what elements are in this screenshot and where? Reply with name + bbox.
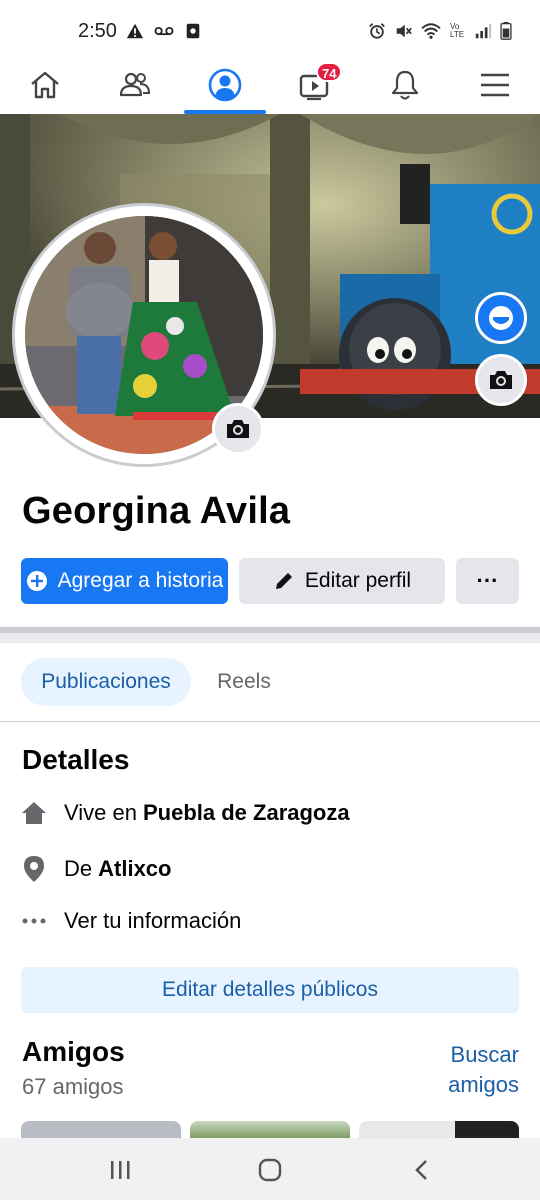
profile-icon [208, 68, 242, 102]
back-button[interactable] [392, 1152, 452, 1188]
more-options-button[interactable]: ··· [456, 558, 519, 604]
friend-thumbnail[interactable] [190, 1121, 350, 1139]
camera-icon [227, 420, 249, 438]
nav-home[interactable] [5, 56, 85, 114]
find-friends-link[interactable]: Buscar amigos [409, 1040, 519, 1100]
edit-public-details-button[interactable]: Editar detalles públicos [21, 967, 519, 1013]
volte-icon: Vo LTE [450, 22, 465, 39]
house-icon [22, 802, 46, 824]
from-prefix: De [64, 856, 93, 881]
find-friends-line2: amigos [448, 1072, 519, 1097]
plus-circle-icon [26, 571, 47, 591]
status-bar: 2:50 Vo LTE [0, 0, 540, 56]
recent-apps-button[interactable] [90, 1152, 150, 1188]
lives-place: Puebla de Zaragoza [142, 800, 350, 825]
profile-name: Georgina Avila [22, 490, 291, 532]
status-time: 2:50 [78, 20, 117, 42]
nav-video[interactable] [275, 56, 355, 114]
from-place: Atlixco [98, 856, 172, 881]
lives-prefix: Vive en [64, 800, 137, 825]
see-your-info[interactable]: Ver tu información [20, 903, 241, 939]
edit-profile-label: Editar perfil [304, 569, 412, 592]
nav-friends[interactable] [95, 56, 175, 114]
friend-thumbnail[interactable] [359, 1121, 519, 1139]
nav-notifications[interactable] [365, 56, 445, 114]
avatar-icon [489, 306, 513, 330]
see-info-label: Ver tu información [64, 908, 242, 933]
edit-profile-picture-button[interactable] [212, 403, 264, 455]
mute-icon [396, 24, 412, 38]
home-circle-icon [258, 1158, 282, 1182]
edit-cover-button[interactable] [475, 354, 527, 406]
video-badge: 74 [316, 62, 343, 82]
camera-icon [490, 371, 512, 389]
battery-icon [500, 22, 512, 40]
friends-title: Amigos [22, 1036, 125, 1067]
nav-menu[interactable] [455, 56, 535, 114]
details-title: Detalles [22, 744, 130, 775]
wifi-icon [421, 23, 441, 39]
find-friends-line1: Buscar [450, 1042, 519, 1067]
signal-icon [475, 23, 492, 39]
friends-count: 67 amigos [22, 1074, 124, 1099]
voicemail-icon [154, 26, 174, 36]
section-divider [0, 627, 540, 643]
edit-profile-button[interactable]: Editar perfil [239, 558, 445, 604]
detail-from: De Atlixco [20, 851, 171, 887]
tab-reels[interactable]: Reels [196, 658, 292, 706]
bell-icon [391, 70, 419, 100]
detail-lives-in: Vive en Puebla de Zaragoza [20, 795, 350, 831]
home-icon [31, 71, 59, 99]
add-to-story-button[interactable]: Agregar a historia [21, 558, 228, 604]
alarm-icon [369, 23, 385, 39]
screen-record-icon [186, 23, 200, 39]
back-chevron-icon [415, 1160, 427, 1180]
location-pin-icon [24, 856, 44, 882]
more-options-label: ··· [476, 568, 499, 593]
nav-profile[interactable] [185, 56, 265, 114]
friend-thumbnail[interactable] [21, 1121, 181, 1139]
top-nav: 74 [0, 56, 540, 114]
friends-icon [119, 72, 151, 97]
tab-publicaciones[interactable]: Publicaciones [21, 658, 191, 706]
menu-icon [481, 73, 509, 97]
home-button[interactable] [240, 1152, 300, 1188]
recent-apps-icon [111, 1161, 130, 1179]
add-to-story-label: Agregar a historia [57, 569, 224, 592]
system-navigation-bar [0, 1138, 540, 1200]
tabs-divider [0, 721, 540, 722]
cover-avatar-button[interactable] [475, 292, 527, 344]
pencil-icon [275, 573, 292, 589]
more-dots-icon [22, 918, 46, 924]
warning-icon [126, 23, 144, 39]
